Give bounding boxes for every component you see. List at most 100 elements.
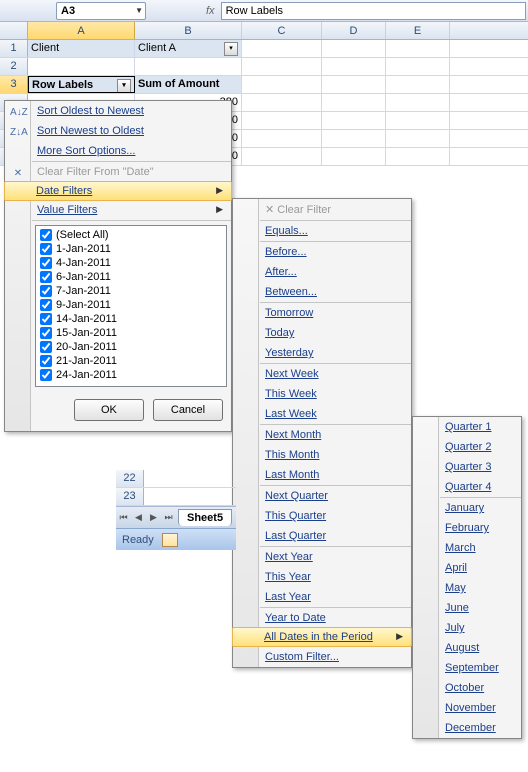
yesterday[interactable]: Yesterday [233, 343, 411, 363]
filter-checkbox[interactable] [40, 299, 52, 311]
cell[interactable] [386, 58, 450, 75]
this-month[interactable]: This Month [233, 445, 411, 465]
row-header[interactable]: 22 [116, 470, 144, 487]
cell[interactable] [322, 76, 386, 93]
filter-checkbox[interactable] [40, 327, 52, 339]
row-header[interactable]: 2 [0, 58, 28, 75]
filter-item[interactable]: 9-Jan-2011 [38, 298, 224, 312]
filter-item[interactable]: 6-Jan-2011 [38, 270, 224, 284]
quarter-3[interactable]: Quarter 3 [413, 457, 521, 477]
filter-item[interactable]: 4-Jan-2011 [38, 256, 224, 270]
filter-item[interactable]: 21-Jan-2011 [38, 354, 224, 368]
next-year[interactable]: Next Year [233, 547, 411, 567]
december[interactable]: December [413, 718, 521, 738]
september[interactable]: September [413, 658, 521, 678]
cell[interactable] [322, 148, 386, 165]
march[interactable]: March [413, 538, 521, 558]
this-quarter[interactable]: This Quarter [233, 506, 411, 526]
row-header[interactable]: 23 [116, 488, 144, 505]
filter-checkbox[interactable] [40, 257, 52, 269]
filter-dropdown-icon[interactable]: ▾ [117, 79, 131, 93]
filter-item[interactable]: 20-Jan-2011 [38, 340, 224, 354]
last-year[interactable]: Last Year [233, 587, 411, 607]
quarter-1[interactable]: Quarter 1 [413, 417, 521, 437]
cell[interactable] [386, 130, 450, 147]
last-quarter[interactable]: Last Quarter [233, 526, 411, 546]
april[interactable]: April [413, 558, 521, 578]
date-filters[interactable]: Date Filters ▶ [4, 181, 232, 201]
col-header-E[interactable]: E [386, 22, 450, 39]
ok-button[interactable]: OK [74, 399, 144, 421]
chevron-down-icon[interactable]: ▼ [135, 6, 143, 15]
between[interactable]: Between... [233, 282, 411, 302]
col-header-A[interactable]: A [28, 22, 135, 39]
filter-checkbox[interactable] [40, 229, 52, 241]
filter-item[interactable]: 14-Jan-2011 [38, 312, 224, 326]
filter-item[interactable]: 7-Jan-2011 [38, 284, 224, 298]
cell[interactable] [28, 58, 135, 75]
cell[interactable] [386, 112, 450, 129]
sheet-tab[interactable]: Sheet5 [178, 509, 232, 526]
filter-item[interactable]: 15-Jan-2011 [38, 326, 224, 340]
after[interactable]: After... [233, 262, 411, 282]
filter-checkbox[interactable] [40, 285, 52, 297]
filter-checkbox[interactable] [40, 271, 52, 283]
tab-nav-next-icon[interactable]: ▶ [146, 512, 161, 523]
cell[interactable] [322, 112, 386, 129]
cell[interactable] [242, 130, 322, 147]
october[interactable]: October [413, 678, 521, 698]
col-header-B[interactable]: B [135, 22, 242, 39]
formula-input[interactable]: Row Labels [221, 2, 526, 20]
february[interactable]: February [413, 518, 521, 538]
cell-B1[interactable]: Client A ▾ [135, 40, 242, 57]
quarter-4[interactable]: Quarter 4 [413, 477, 521, 497]
july[interactable]: July [413, 618, 521, 638]
scrollbar[interactable]: ▲ ▼ [36, 384, 226, 387]
more-sort-options[interactable]: More Sort Options... [5, 141, 231, 161]
cell[interactable] [322, 94, 386, 111]
filter-dropdown-icon[interactable]: ▾ [224, 42, 238, 56]
cell[interactable] [242, 148, 322, 165]
june[interactable]: June [413, 598, 521, 618]
cell[interactable] [386, 76, 450, 93]
fx-icon[interactable]: fx [206, 5, 215, 17]
cell[interactable] [322, 40, 386, 57]
filter-checkbox[interactable] [40, 243, 52, 255]
cell[interactable] [135, 58, 242, 75]
next-quarter[interactable]: Next Quarter [233, 486, 411, 506]
custom-filter[interactable]: Custom Filter... [233, 647, 411, 667]
cell[interactable] [322, 130, 386, 147]
tomorrow[interactable]: Tomorrow [233, 303, 411, 323]
year-to-date[interactable]: Year to Date [233, 608, 411, 628]
sort-newest-oldest[interactable]: Z↓A Sort Newest to Oldest [5, 121, 231, 141]
cancel-button[interactable]: Cancel [153, 399, 223, 421]
tab-nav-prev-icon[interactable]: ◀ [131, 512, 146, 523]
cell-A3[interactable]: Row Labels ▾ [28, 76, 135, 93]
before[interactable]: Before... [233, 242, 411, 262]
quarter-2[interactable]: Quarter 2 [413, 437, 521, 457]
filter-item[interactable]: 24-Jan-2011 [38, 368, 224, 382]
col-header-D[interactable]: D [322, 22, 386, 39]
filter-checkbox[interactable] [40, 341, 52, 353]
cell-A1[interactable]: Client [28, 40, 135, 57]
may[interactable]: May [413, 578, 521, 598]
cell[interactable] [242, 112, 322, 129]
name-box[interactable]: A3 ▼ [56, 2, 146, 20]
all-dates-in-period[interactable]: All Dates in the Period ▶ [232, 627, 412, 647]
tab-nav-first-icon[interactable]: ⏮ [116, 512, 131, 523]
select-all-corner[interactable] [0, 22, 28, 39]
value-filters[interactable]: Value Filters ▶ [5, 200, 231, 220]
next-week[interactable]: Next Week [233, 364, 411, 384]
filter-checkbox[interactable] [40, 369, 52, 381]
this-week[interactable]: This Week [233, 384, 411, 404]
col-header-C[interactable]: C [242, 22, 322, 39]
filter-item[interactable]: (Select All) [38, 228, 224, 242]
cell[interactable] [242, 58, 322, 75]
august[interactable]: August [413, 638, 521, 658]
filter-checkbox[interactable] [40, 313, 52, 325]
tab-nav-last-icon[interactable]: ⏭ [161, 512, 176, 523]
filter-checkbox[interactable] [40, 355, 52, 367]
cell[interactable] [242, 40, 322, 57]
cell-B3[interactable]: Sum of Amount [135, 76, 242, 93]
today[interactable]: Today [233, 323, 411, 343]
